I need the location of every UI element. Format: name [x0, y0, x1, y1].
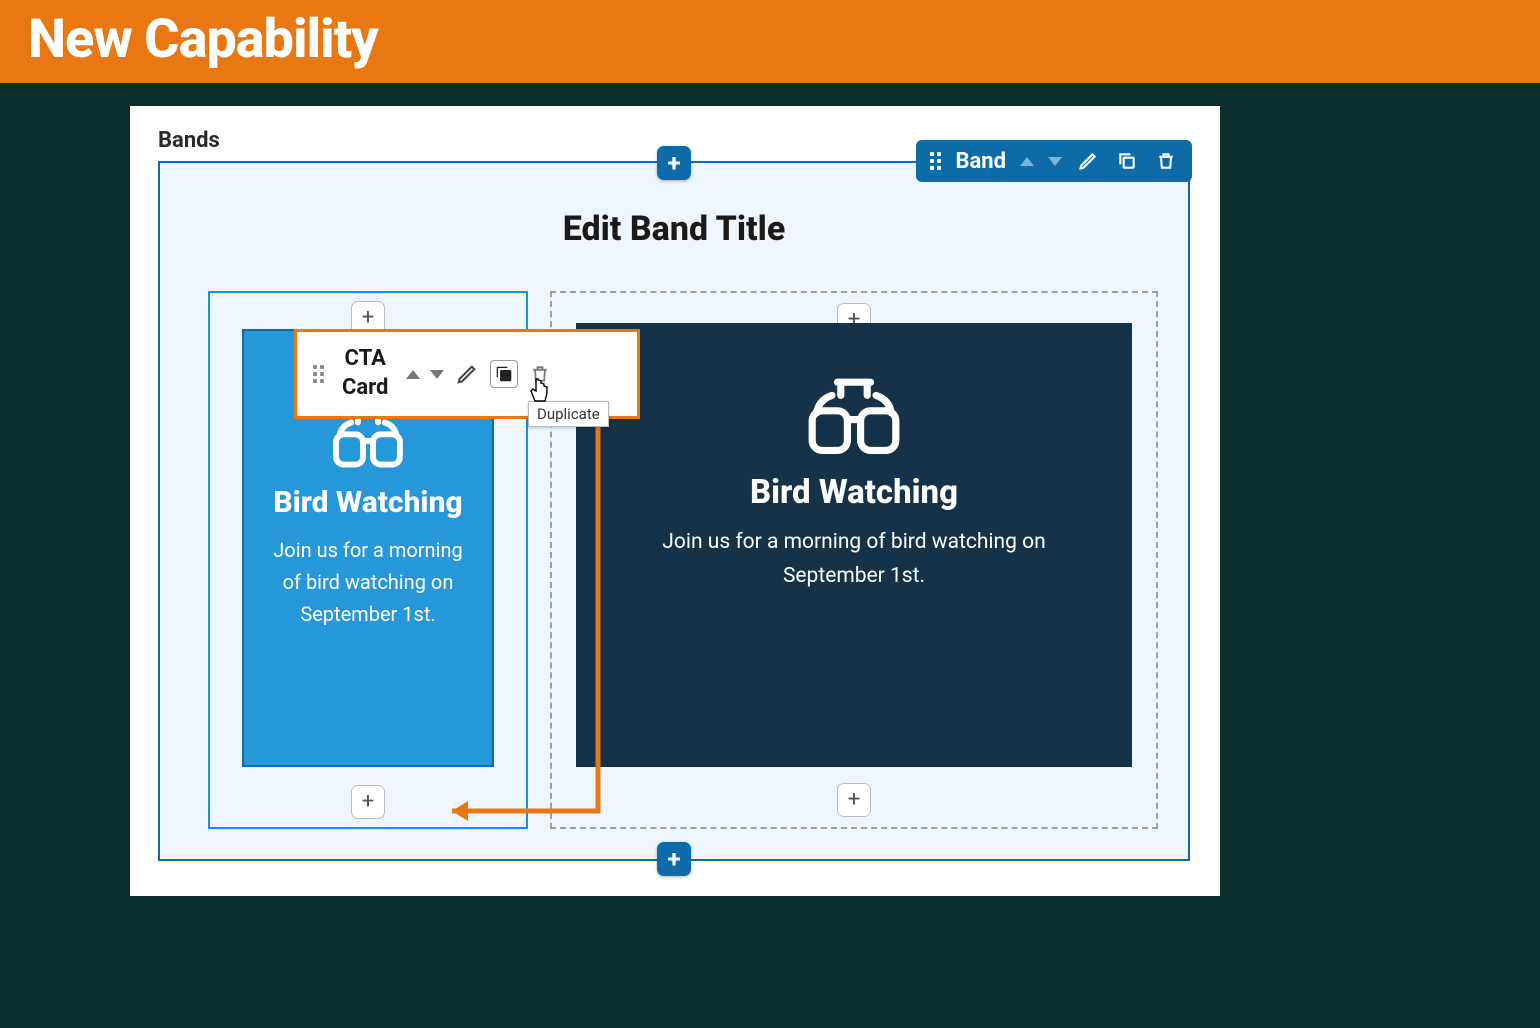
band-title[interactable]: Edit Band Title	[160, 209, 1188, 249]
card-heading: Bird Watching	[616, 473, 1092, 512]
card-slot-right[interactable]: + + Bird Watching Join us for a morning …	[550, 291, 1158, 829]
cards-row: + + Bird Watching Join us for a morning …	[208, 291, 1158, 829]
cursor-pointer-icon	[527, 377, 553, 411]
card-body: Join us for a morning of bird watching o…	[616, 526, 1092, 593]
move-up-icon[interactable]	[1020, 157, 1034, 166]
drag-handle-icon[interactable]	[930, 152, 941, 170]
cta-card-right[interactable]: Bird Watching Join us for a morning of b…	[576, 323, 1132, 767]
band-toolbar-label: Band	[955, 149, 1006, 174]
add-below-button[interactable]: +	[657, 842, 691, 876]
edit-icon[interactable]	[1076, 149, 1100, 173]
duplicate-icon[interactable]	[1114, 148, 1140, 174]
drag-handle-icon[interactable]	[313, 365, 324, 383]
banner-title: New Capability	[28, 8, 378, 71]
page-editor: Bands Band + + Edit Band Title + +	[130, 106, 1220, 896]
band-toolbar: Band	[916, 140, 1192, 182]
slot-add-bottom-button[interactable]: +	[351, 785, 385, 819]
card-slot-left[interactable]: + + Bird Watching Join us for a morning …	[208, 291, 528, 829]
move-down-icon[interactable]	[1048, 157, 1062, 166]
move-down-icon[interactable]	[430, 370, 444, 379]
cta-toolbar-label: CTA Card	[342, 345, 388, 402]
add-above-button[interactable]: +	[657, 146, 691, 180]
edit-icon[interactable]	[454, 361, 480, 387]
move-up-icon[interactable]	[406, 370, 420, 379]
card-body: Join us for a morning of bird watching o…	[262, 534, 474, 630]
banner: New Capability	[0, 0, 1540, 83]
card-heading: Bird Watching	[262, 485, 474, 520]
binoculars-icon	[799, 367, 909, 459]
slot-add-bottom-button[interactable]: +	[837, 783, 871, 817]
band-container[interactable]: + + Edit Band Title + + Bird Watching Jo…	[158, 161, 1190, 861]
duplicate-icon[interactable]	[490, 360, 518, 388]
delete-icon[interactable]	[1154, 148, 1178, 174]
